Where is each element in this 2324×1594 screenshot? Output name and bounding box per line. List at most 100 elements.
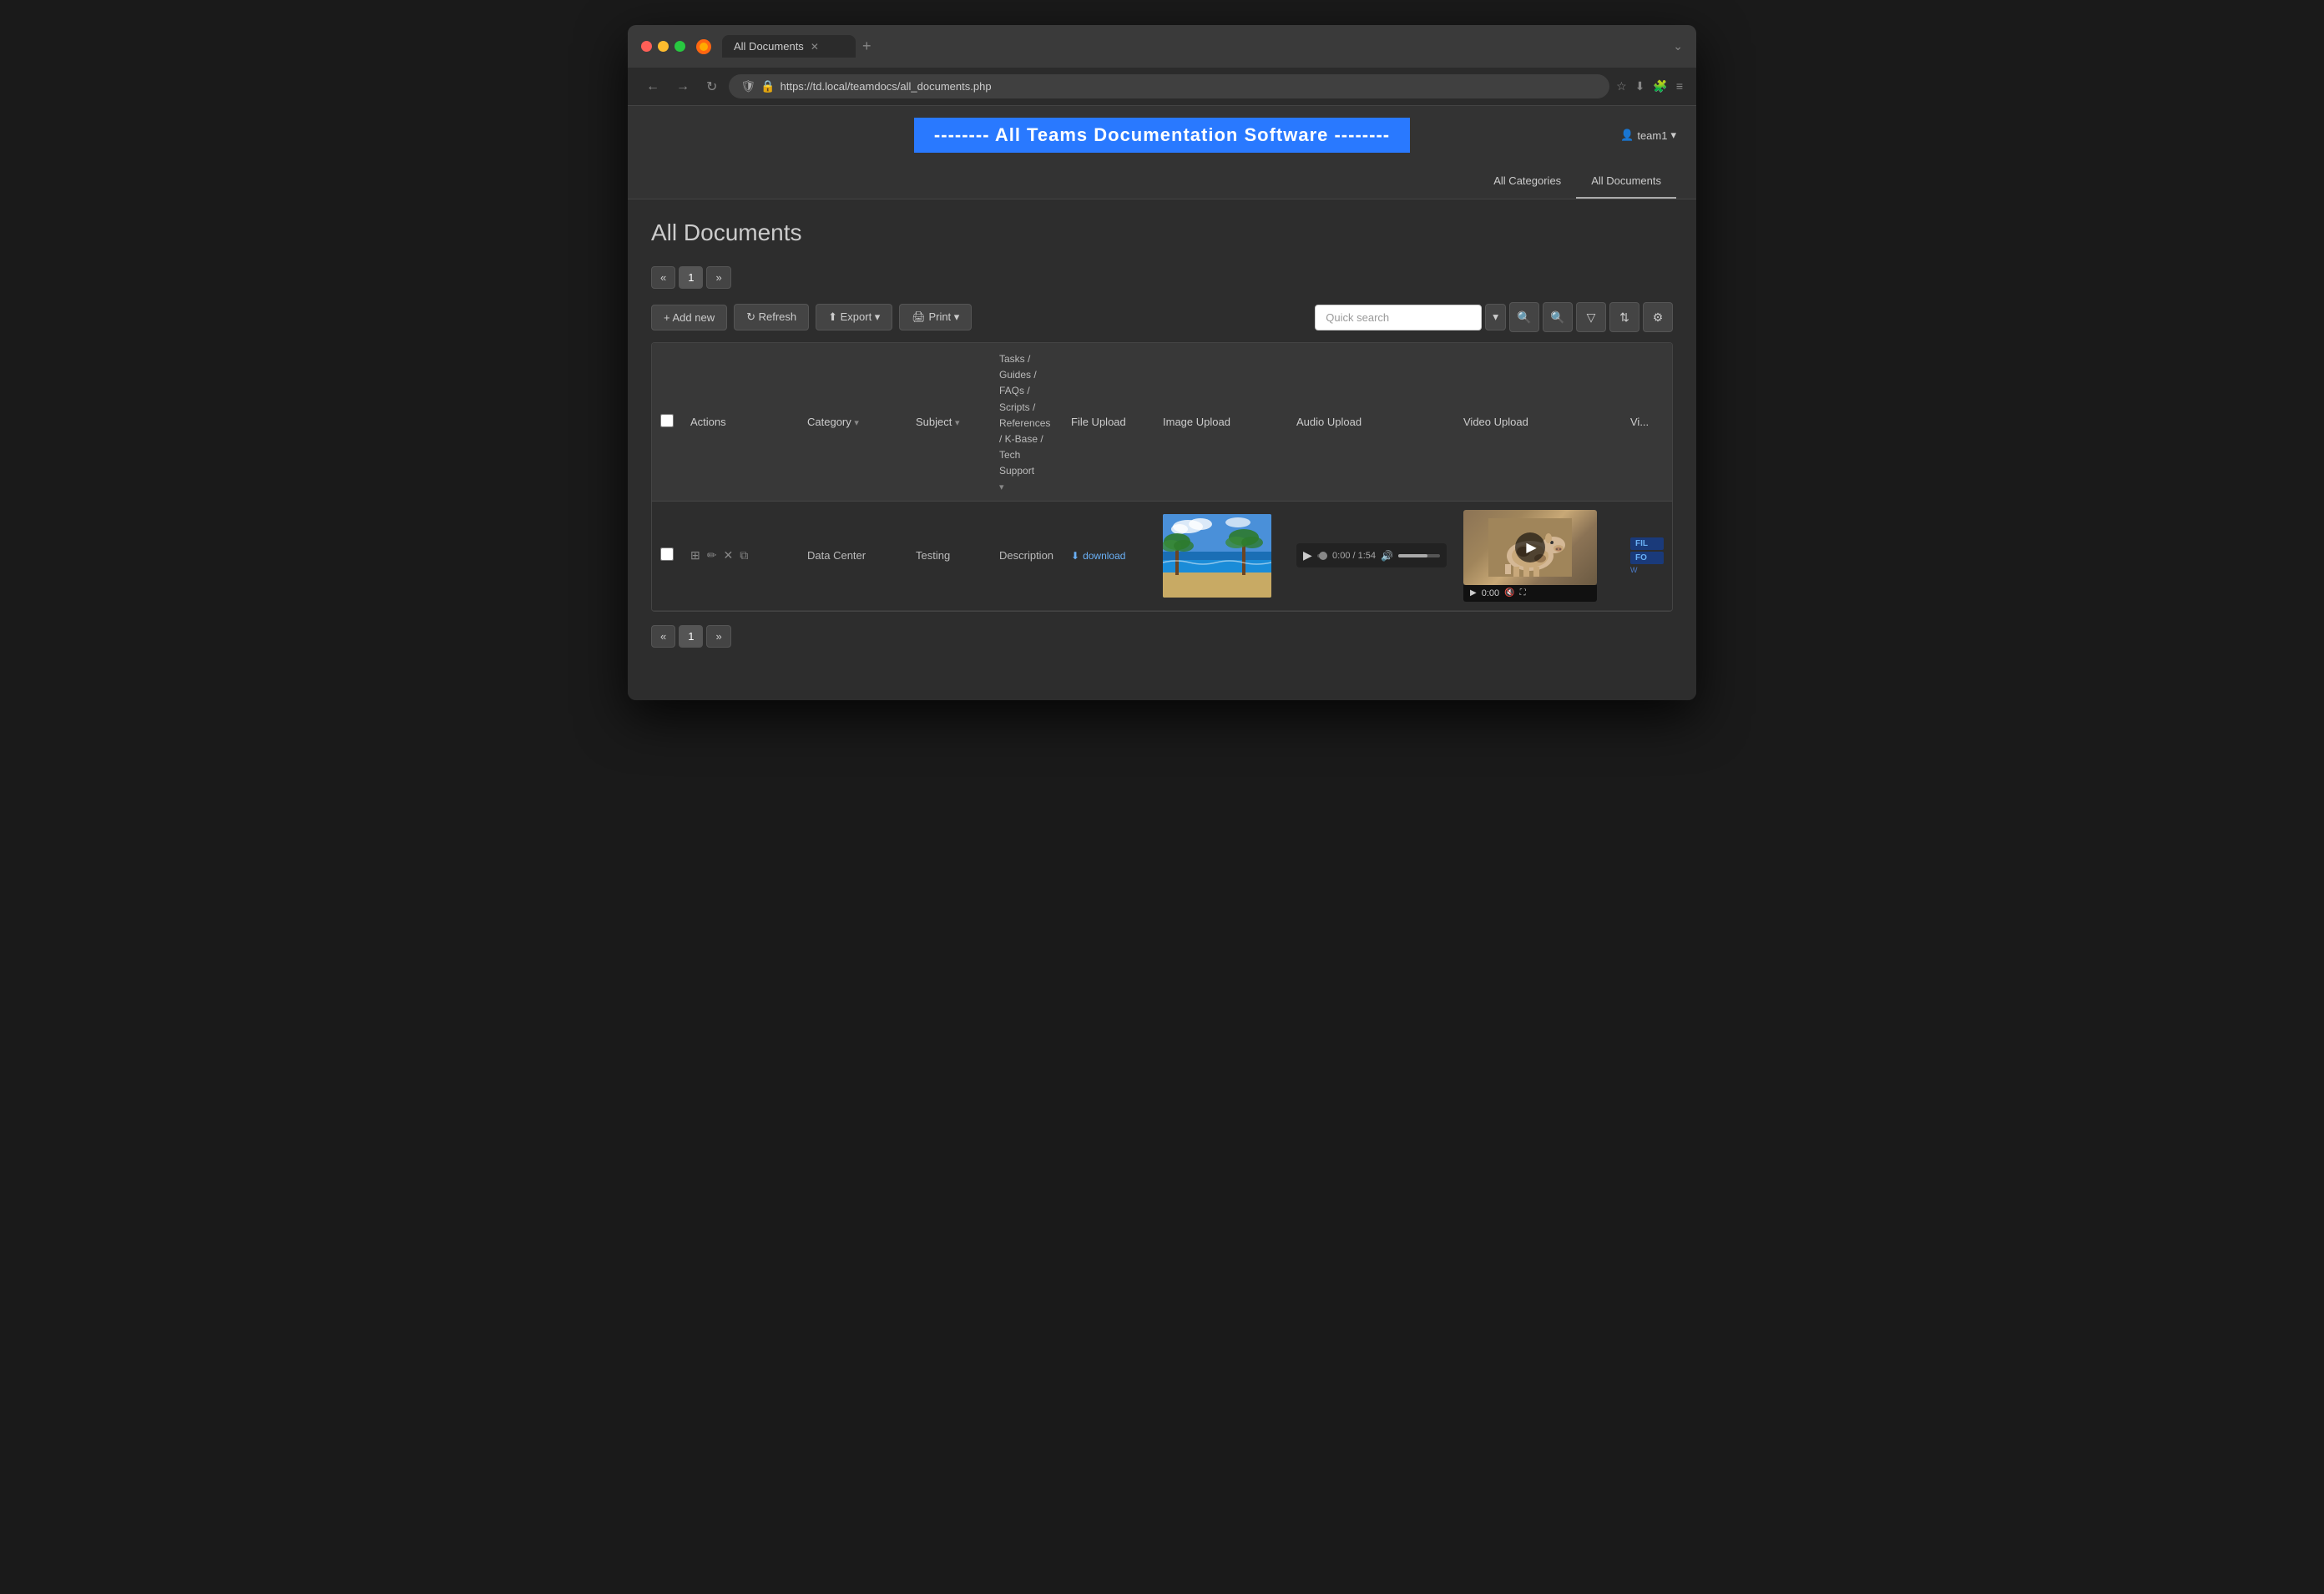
forward-button[interactable]: → [671, 76, 695, 98]
sort-button[interactable]: ⇅ [1609, 302, 1639, 332]
row-vid2-cell: FIL FO W [1622, 501, 1672, 610]
row-file-cell: ⬇ download [1063, 501, 1154, 610]
file-badge-2: FO [1630, 552, 1664, 564]
copy-icon[interactable]: ⧉ [740, 548, 748, 562]
user-dropdown-icon: ▾ [1670, 129, 1676, 142]
video-time-display: 0:00 [1482, 588, 1499, 598]
subject-filter-icon[interactable]: ▾ [955, 418, 960, 428]
firefox-icon [695, 38, 712, 55]
url-text: https://td.local/teamdocs/all_documents.… [781, 80, 992, 93]
audio-progress-dot [1319, 552, 1327, 560]
current-page-button[interactable]: 1 [679, 266, 703, 289]
reload-button[interactable]: ↻ [701, 75, 722, 98]
delete-icon[interactable]: ✕ [723, 548, 733, 562]
nav-all-documents[interactable]: All Documents [1576, 164, 1676, 199]
tab-close-button[interactable]: ✕ [811, 41, 819, 53]
col-header-image-upload: Image Upload [1154, 343, 1288, 501]
video-ctrl-play-icon[interactable]: ▶ [1470, 588, 1477, 598]
user-icon: 👤 [1620, 129, 1634, 142]
row-description-cell: Description [991, 501, 1063, 610]
filter-button[interactable]: ▽ [1576, 302, 1606, 332]
row-checkbox[interactable] [660, 547, 674, 561]
word-icon: W [1630, 566, 1664, 574]
toolbar: + Add new ↻ Refresh ⬆ Export ▾ 🖨 Print ▾… [651, 302, 1673, 332]
audio-play-button[interactable]: ▶ [1303, 548, 1312, 562]
video-mute-icon[interactable]: 🔇 [1504, 588, 1514, 598]
window-dropdown-icon[interactable]: ⌄ [1673, 39, 1683, 53]
settings-button[interactable]: ⚙ [1643, 302, 1673, 332]
add-new-button[interactable]: + Add new [651, 305, 727, 330]
page-title: All Documents [651, 219, 1673, 246]
prev-page-button[interactable]: « [651, 266, 675, 289]
row-video-cell: ▶ ▶ 0:00 🔇 ⛶ [1455, 501, 1622, 610]
search-dropdown-button[interactable]: ▾ [1485, 304, 1506, 330]
select-all-checkbox[interactable] [660, 414, 674, 427]
active-tab[interactable]: All Documents ✕ [722, 35, 856, 58]
description-filter-icon[interactable]: ▾ [999, 482, 1004, 492]
back-button[interactable]: ← [641, 76, 664, 98]
minimize-traffic-light[interactable] [658, 41, 669, 52]
col-header-actions: Actions [682, 343, 799, 501]
video-fullscreen-icon[interactable]: ⛶ [1520, 588, 1526, 598]
export-button[interactable]: ⬆ Export ▾ [816, 304, 892, 330]
quick-search-input[interactable] [1315, 305, 1482, 330]
new-tab-button[interactable]: + [856, 38, 878, 55]
video-controls: ▶ 0:00 🔇 ⛶ [1463, 585, 1597, 602]
edit-icon[interactable]: ✏ [707, 548, 717, 562]
col-header-file-upload: File Upload [1063, 343, 1154, 501]
download-arrow-icon: ⬇ [1071, 550, 1079, 562]
bookmark-icon[interactable]: ☆ [1616, 79, 1627, 93]
category-filter-icon[interactable]: ▾ [854, 418, 859, 428]
table-header-row: Actions Category ▾ Subject ▾ [652, 343, 1672, 501]
video-play-overlay[interactable]: ▶ [1515, 532, 1545, 562]
extensions-icon[interactable]: 🧩 [1653, 79, 1667, 93]
audio-progress-bar[interactable] [1317, 554, 1327, 557]
refresh-button[interactable]: ↻ Refresh [734, 304, 809, 330]
username-label: team1 [1637, 129, 1667, 142]
col-header-description: Tasks /Guides /FAQs /Scripts /References… [991, 343, 1063, 501]
address-bar: ← → ↻ 🛡 🔒 https://td.local/teamdocs/all_… [628, 68, 1696, 106]
audio-player: ▶ 0:00 / 1:54 🔊 [1296, 543, 1447, 567]
col-header-audio-upload: Audio Upload [1288, 343, 1455, 501]
settings-icon: ⚙ [1653, 310, 1664, 325]
search-button-2[interactable]: 🔍 [1543, 302, 1573, 332]
row-audio-cell: ▶ 0:00 / 1:54 🔊 [1288, 501, 1455, 610]
user-menu[interactable]: 👤 team1 ▾ [1620, 129, 1676, 142]
sort-icon: ⇅ [1619, 310, 1629, 325]
current-page-button-bottom[interactable]: 1 [679, 625, 703, 648]
traffic-lights [641, 41, 685, 52]
volume-fill [1398, 554, 1427, 557]
menu-icon[interactable]: ≡ [1676, 79, 1683, 93]
search-group: ▾ 🔍 🔍 ▽ ⇅ ⚙ [1315, 302, 1673, 332]
row-subject-cell: Testing [907, 501, 991, 610]
documents-table-wrapper: Actions Category ▾ Subject ▾ [651, 342, 1673, 612]
col-header-subject: Subject ▾ [907, 343, 991, 501]
search-button-1[interactable]: 🔍 [1509, 302, 1539, 332]
next-page-button-bottom[interactable]: » [706, 625, 730, 648]
action-icons: ⊞ ✏ ✕ ⧉ [690, 548, 791, 562]
pagination-bottom: « 1 » [651, 625, 1673, 648]
close-traffic-light[interactable] [641, 41, 652, 52]
video-play-icon: ▶ [1526, 539, 1536, 556]
col-header-video-upload: Video Upload [1455, 343, 1622, 501]
page-body: All Documents « 1 » + Add new ↻ Refresh … [628, 199, 1696, 700]
maximize-traffic-light[interactable] [674, 41, 685, 52]
view-icon[interactable]: ⊞ [690, 548, 700, 562]
row-image-cell [1154, 501, 1288, 610]
url-box[interactable]: 🛡 🔒 https://td.local/teamdocs/all_docume… [729, 74, 1609, 98]
volume-icon[interactable]: 🔊 [1381, 550, 1393, 562]
pagination-top: « 1 » [651, 266, 1673, 289]
volume-bar[interactable] [1398, 554, 1440, 557]
row-check-cell [652, 501, 682, 610]
prev-page-button-bottom[interactable]: « [651, 625, 675, 648]
shield-icon: 🛡 [740, 79, 755, 93]
col-header-check [652, 343, 682, 501]
category-header-text: Tasks /Guides /FAQs /Scripts /References… [999, 351, 1054, 480]
file-download-link[interactable]: ⬇ download [1071, 550, 1146, 562]
download-icon[interactable]: ⬇ [1635, 79, 1645, 93]
next-page-button[interactable]: » [706, 266, 730, 289]
col-header-vid2: Vi... [1622, 343, 1672, 501]
print-button[interactable]: 🖨 Print ▾ [899, 304, 972, 330]
file-badge-1: FIL [1630, 537, 1664, 550]
nav-all-categories[interactable]: All Categories [1478, 164, 1576, 199]
